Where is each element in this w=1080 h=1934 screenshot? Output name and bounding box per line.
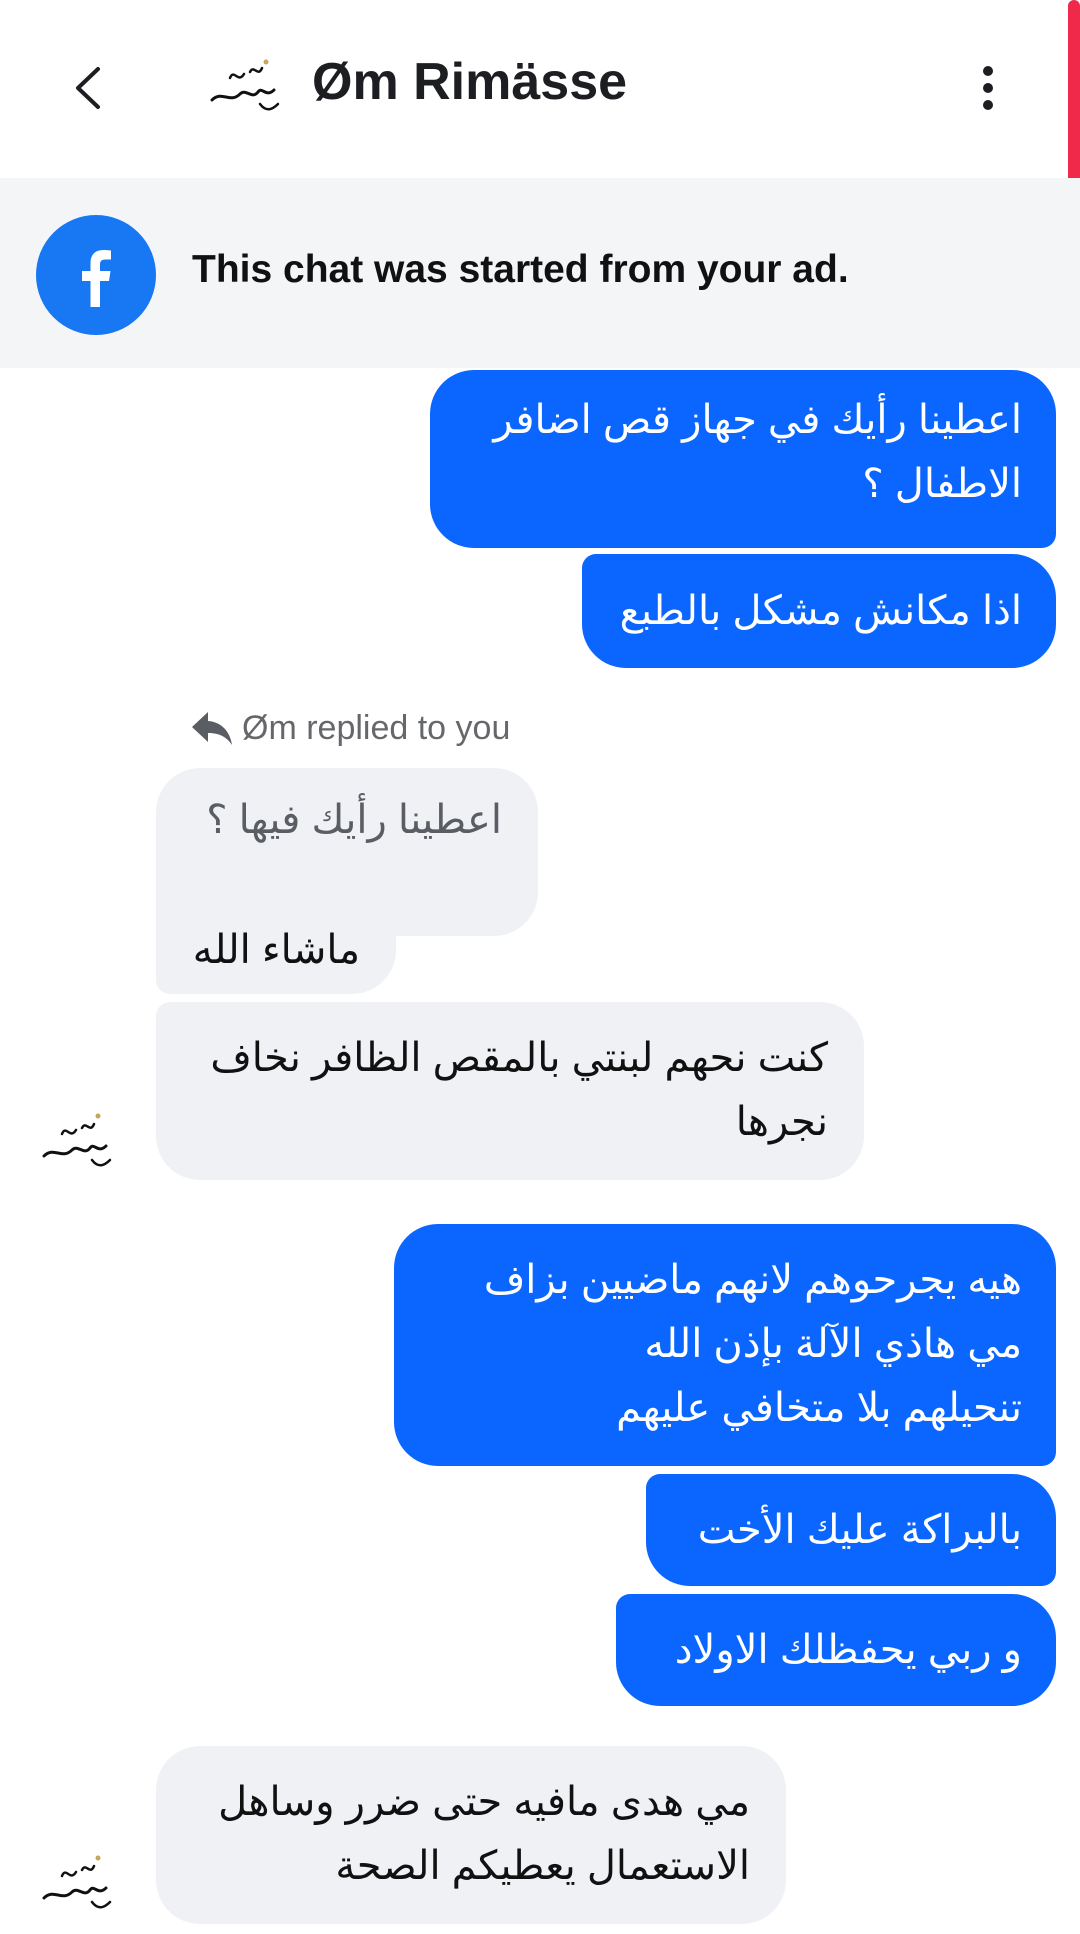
message-bubble-outgoing[interactable]: بالبراكة عليك الأخت bbox=[646, 1474, 1056, 1586]
calligraphy-logo-icon bbox=[42, 1113, 112, 1167]
facebook-icon bbox=[36, 215, 156, 335]
reply-label: Øm replied to you bbox=[242, 708, 511, 747]
contact-name[interactable]: Øm Rimässe bbox=[312, 52, 627, 112]
ad-origin-banner: This chat was started from your ad. bbox=[0, 178, 1080, 368]
sender-avatar[interactable] bbox=[34, 1834, 124, 1924]
chevron-left-icon bbox=[76, 67, 100, 109]
contact-avatar[interactable] bbox=[200, 38, 290, 128]
message-bubble-incoming[interactable]: مي هدى مافيه حتى ضرر وساهل الاستعمال يعط… bbox=[156, 1746, 786, 1924]
more-options-button[interactable] bbox=[960, 60, 1016, 116]
ad-origin-text: This chat was started from your ad. bbox=[192, 248, 849, 291]
calligraphy-logo-icon bbox=[42, 1855, 112, 1909]
reply-arrow-icon bbox=[192, 712, 232, 745]
message-bubble-outgoing[interactable]: اعطينا رأيك في جهاز قص اضافر الاطفال ؟ bbox=[430, 370, 1056, 548]
message-bubble-incoming[interactable]: كنت نحهم لبنتي بالمقص الظافر نخاف نجرها bbox=[156, 1002, 864, 1180]
message-bubble-outgoing[interactable]: هيه يجرحوهم لانهم ماضيين بزاف مي هاذي ال… bbox=[394, 1224, 1056, 1466]
message-bubble-outgoing[interactable]: و ربي يحفظلك الاولاد bbox=[616, 1594, 1056, 1706]
back-button[interactable] bbox=[58, 58, 118, 118]
calligraphy-logo-icon bbox=[210, 59, 280, 111]
reply-indicator: Øm replied to you bbox=[190, 708, 510, 748]
message-bubble-incoming[interactable]: ماشاء الله bbox=[156, 894, 396, 994]
vertical-dots-icon bbox=[983, 66, 993, 110]
chat-header: Øm Rimässe bbox=[0, 0, 1080, 178]
sender-avatar[interactable] bbox=[34, 1092, 124, 1182]
message-bubble-outgoing[interactable]: اذا مكانش مشكل بالطبع bbox=[582, 554, 1056, 668]
